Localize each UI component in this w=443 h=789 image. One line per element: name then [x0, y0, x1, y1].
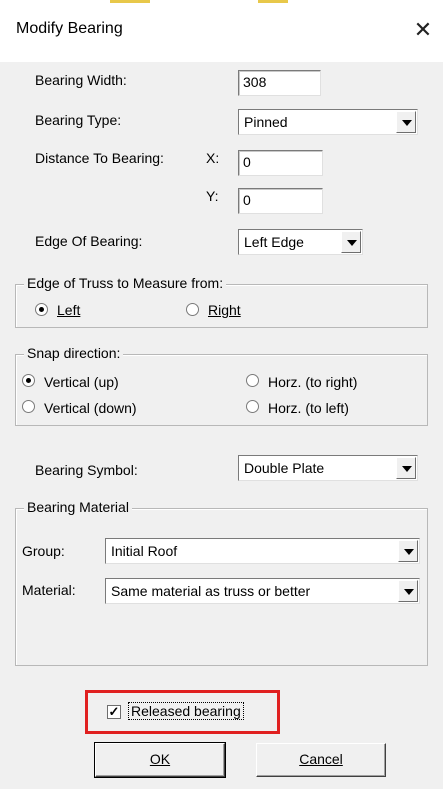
bearing-width-label: Bearing Width: — [35, 72, 127, 88]
bearing-symbol-label: Bearing Symbol: — [35, 462, 138, 478]
chevron-down-icon[interactable] — [398, 540, 418, 562]
snap-horz-right-radio[interactable] — [246, 374, 259, 387]
snap-horz-right-label[interactable]: Horz. (to right) — [268, 374, 357, 390]
distance-x-input[interactable]: 0 — [238, 150, 323, 176]
edge-of-bearing-value: Left Edge — [244, 234, 304, 250]
snap-vertical-up-label[interactable]: Vertical (up) — [44, 374, 119, 390]
bearing-symbol-select[interactable]: Double Plate — [238, 455, 418, 481]
edge-of-bearing-label: Edge Of Bearing: — [35, 233, 143, 249]
bearing-type-value: Pinned — [244, 114, 288, 130]
snap-direction-title: Snap direction: — [24, 345, 124, 361]
left-radio-label[interactable]: Left — [57, 302, 80, 318]
left-radio[interactable] — [35, 303, 48, 316]
cancel-button[interactable]: Cancel — [256, 743, 386, 777]
right-radio[interactable] — [186, 303, 199, 316]
top-accent-mark — [258, 0, 288, 3]
distance-to-bearing-label: Distance To Bearing: — [35, 150, 164, 166]
material-group-value: Initial Roof — [111, 543, 178, 559]
bearing-symbol-value: Double Plate — [244, 460, 325, 476]
close-icon[interactable]: ✕ — [403, 8, 443, 52]
released-bearing-label[interactable]: Released bearing — [128, 702, 244, 720]
window-title: Modify Bearing — [16, 20, 123, 37]
edge-of-bearing-select[interactable]: Left Edge — [238, 229, 363, 255]
material-label: Material: — [22, 582, 76, 598]
material-group-select[interactable]: Initial Roof — [105, 538, 420, 564]
distance-y-label: Y: — [206, 188, 219, 204]
bearing-material-title: Bearing Material — [24, 499, 132, 515]
distance-x-label: X: — [206, 150, 220, 166]
snap-vertical-down-radio[interactable] — [22, 400, 35, 413]
snap-vertical-down-label[interactable]: Vertical (down) — [44, 400, 137, 416]
top-accent-mark — [110, 0, 150, 3]
material-group-label: Group: — [22, 543, 65, 559]
snap-vertical-up-radio[interactable] — [22, 374, 35, 387]
ok-button[interactable]: OK — [94, 742, 226, 778]
ok-button-label: OK — [149, 751, 171, 767]
material-select[interactable]: Same material as truss or better — [105, 578, 420, 604]
right-radio-label[interactable]: Right — [208, 302, 241, 318]
cancel-button-label: Cancel — [299, 751, 343, 767]
chevron-down-icon[interactable] — [396, 111, 416, 133]
right-label-text: Right — [208, 302, 241, 318]
bearing-width-input[interactable]: 308 — [238, 70, 321, 96]
released-bearing-checkbox[interactable]: ✓ — [107, 705, 121, 719]
chevron-down-icon[interactable] — [341, 231, 361, 253]
chevron-down-icon[interactable] — [396, 457, 416, 479]
edge-of-truss-title: Edge of Truss to Measure from: — [24, 275, 227, 291]
chevron-down-icon[interactable] — [398, 580, 418, 602]
snap-horz-left-radio[interactable] — [246, 400, 259, 413]
title-bar: Modify Bearing ✕ — [0, 0, 443, 62]
snap-horz-left-label[interactable]: Horz. (to left) — [268, 400, 349, 416]
distance-y-input[interactable]: 0 — [238, 188, 323, 214]
bearing-type-label: Bearing Type: — [35, 112, 122, 128]
material-value: Same material as truss or better — [111, 583, 311, 599]
bearing-type-select[interactable]: Pinned — [238, 109, 418, 135]
left-label-text: Left — [57, 302, 81, 318]
